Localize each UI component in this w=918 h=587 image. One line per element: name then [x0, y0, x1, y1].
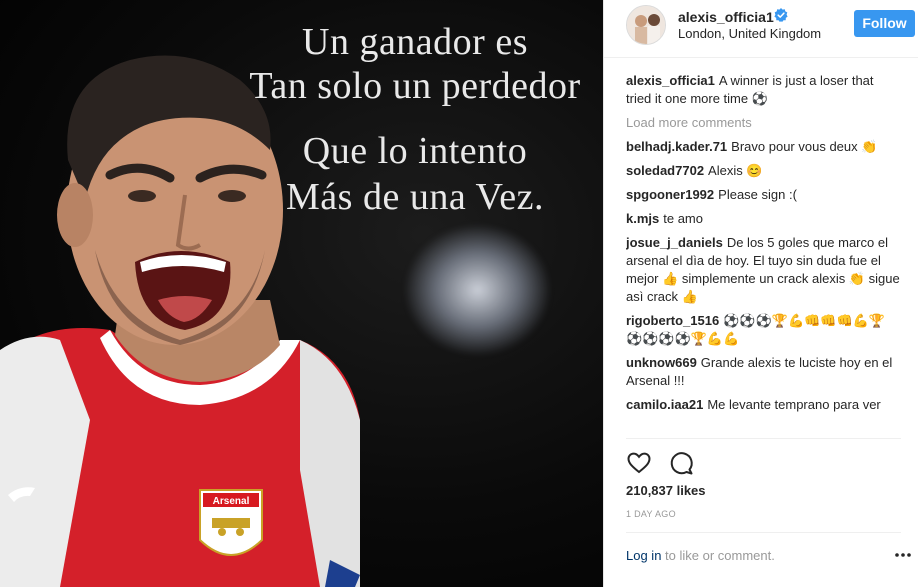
comment-icon[interactable]	[668, 450, 694, 476]
avatar[interactable]	[626, 5, 666, 45]
comment-author[interactable]: belhadj.kader.71	[626, 139, 727, 154]
load-more-comments-link[interactable]: Load more comments	[626, 115, 901, 130]
quote-line-4: Más de una Vez.	[286, 176, 544, 218]
verified-badge-icon	[774, 8, 788, 22]
login-prompt: Log in to like or comment.	[626, 548, 775, 563]
comment-author[interactable]: josue_j_daniels	[626, 235, 723, 250]
quote-line-1: Un ganador es	[302, 21, 528, 63]
list-item: spgooner1992 Please sign :(	[626, 186, 901, 204]
caption: alexis_officia1 A winner is just a loser …	[626, 72, 901, 108]
comment-text: Bravo pour vous deux 👏	[731, 139, 878, 154]
list-item: camilo.iaa21 Me levante temprano para ver	[626, 396, 901, 414]
list-item: unknow669 Grande alexis te luciste hoy en…	[626, 354, 901, 390]
follow-button[interactable]: Follow	[854, 10, 915, 37]
list-item: rigoberto_1516 ⚽⚽⚽🏆💪👊👊👊💪🏆⚽⚽⚽⚽🏆💪💪	[626, 312, 901, 348]
comment-author[interactable]: camilo.iaa21	[626, 397, 703, 412]
login-prompt-text: to like or comment.	[661, 548, 775, 563]
list-item: josue_j_daniels De los 5 goles que marco …	[626, 234, 901, 306]
comment-author[interactable]: spgooner1992	[626, 187, 714, 202]
post-header: alexis_officia1 London, United Kingdom F…	[604, 0, 918, 58]
arsenal-badge: Arsenal	[199, 489, 263, 556]
caption-author[interactable]: alexis_officia1	[626, 73, 715, 88]
post-image[interactable]: Arsenal Un ganador es Tan solo un perded…	[0, 0, 603, 587]
list-item: soledad7702 Alexis 😊	[626, 162, 901, 180]
divider	[626, 532, 901, 533]
comment-author[interactable]: unknow669	[626, 355, 697, 370]
likes-count[interactable]: 210,837 likes	[626, 483, 706, 498]
comment-author[interactable]: k.mjs	[626, 211, 659, 226]
timestamp[interactable]: 1 DAY AGO	[626, 509, 676, 519]
header-location[interactable]: London, United Kingdom	[678, 26, 821, 41]
quote-line-2: Tan solo un perdedor	[249, 65, 581, 107]
comment-text: Alexis 😊	[708, 163, 763, 178]
post-side-panel: alexis_officia1 London, United Kingdom F…	[603, 0, 918, 587]
divider	[626, 438, 901, 439]
comment-text: Please sign :(	[718, 187, 797, 202]
badge-label: Arsenal	[213, 496, 250, 507]
heart-icon[interactable]	[626, 450, 652, 476]
comment-text: Me levante temprano para ver	[707, 397, 881, 412]
comment-text: te amo	[663, 211, 703, 226]
login-link[interactable]: Log in	[626, 548, 661, 563]
list-item: k.mjs te amo	[626, 210, 901, 228]
header-username[interactable]: alexis_officia1	[678, 9, 774, 25]
comment-author[interactable]: rigoberto_1516	[626, 313, 719, 328]
more-options-icon[interactable]	[894, 548, 912, 562]
list-item: belhadj.kader.71 Bravo pour vous deux 👏	[626, 138, 901, 156]
comments-list[interactable]: alexis_officia1 A winner is just a loser …	[626, 72, 901, 438]
quote-line-3: Que lo intento	[302, 130, 528, 172]
comment-author[interactable]: soledad7702	[626, 163, 704, 178]
